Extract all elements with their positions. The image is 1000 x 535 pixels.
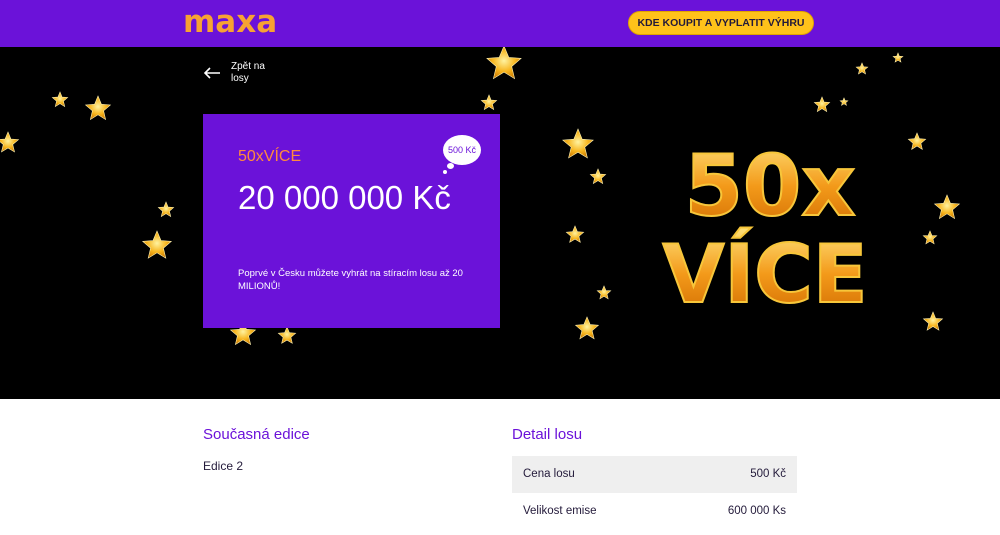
- price-badge: 500 Kč: [443, 135, 481, 165]
- gold-star-icon: [157, 201, 175, 218]
- gold-star-icon: [813, 96, 831, 113]
- gold-star-icon: [839, 97, 849, 106]
- 50x-vice-logo-art: 50x 50x VÍCE VÍCE: [657, 132, 872, 317]
- detail-row-price: Cena losu 500 Kč: [512, 456, 797, 493]
- gold-star-icon: [0, 131, 20, 153]
- art-line-1-outline: 50x: [684, 137, 855, 235]
- gold-star-icon: [855, 62, 869, 75]
- price-badge-tail-dot: [443, 170, 447, 174]
- top-navigation-bar: maxa KDE KOUPIT A VYPLATIT VÝHRU: [0, 0, 1000, 47]
- current-edition-title: Současná edice: [203, 426, 310, 443]
- back-to-tickets-link[interactable]: Zpět na losy: [203, 61, 275, 85]
- hero-banner: Zpět na losy 50xVÍCE 20 000 000 Kč Poprv…: [0, 47, 1000, 399]
- gold-star-icon: [480, 94, 498, 111]
- gold-star-icon: [922, 230, 938, 245]
- gold-star-icon: [51, 91, 69, 108]
- gold-star-icon: [84, 95, 112, 121]
- gold-star-icon: [574, 316, 600, 340]
- maxa-logo[interactable]: maxa: [183, 4, 277, 40]
- arrow-left-icon: [203, 67, 220, 79]
- prize-card: 50xVÍCE 20 000 000 Kč Poprvé v Česku můž…: [203, 114, 500, 328]
- art-line-2-outline: VÍCE: [662, 227, 867, 317]
- ticket-name: 50xVÍCE: [238, 148, 302, 165]
- gold-star-icon: [565, 225, 585, 243]
- detail-row-emission: Velikost emise 600 000 Ks: [512, 493, 797, 530]
- where-to-buy-button[interactable]: KDE KOUPIT A VYPLATIT VÝHRU: [628, 11, 814, 35]
- gold-star-icon: [892, 52, 904, 63]
- ticket-info-section: Současná edice Edice 2 Detail losu Cena …: [0, 399, 1000, 535]
- ticket-detail-title: Detail losu: [512, 426, 583, 443]
- gold-star-icon: [486, 47, 522, 80]
- detail-label: Velikost emise: [523, 505, 597, 517]
- gold-star-icon: [589, 168, 607, 185]
- gold-star-icon: [141, 230, 173, 259]
- gold-star-icon: [933, 194, 961, 220]
- gold-star-icon: [922, 311, 944, 331]
- top-prize-amount: 20 000 000 Kč: [238, 179, 451, 216]
- gold-star-icon: [562, 128, 594, 159]
- detail-value: 500 Kč: [750, 468, 786, 480]
- gold-star-icon: [277, 326, 297, 344]
- price-badge-tail: [447, 163, 454, 169]
- prize-description: Poprvé v Česku můžete vyhrát na stíracím…: [238, 268, 463, 292]
- current-edition-value: Edice 2: [203, 459, 244, 473]
- detail-label: Cena losu: [523, 468, 575, 480]
- back-label: Zpět na losy: [231, 61, 265, 84]
- gold-star-icon: [596, 285, 612, 300]
- detail-value: 600 000 Ks: [727, 505, 786, 517]
